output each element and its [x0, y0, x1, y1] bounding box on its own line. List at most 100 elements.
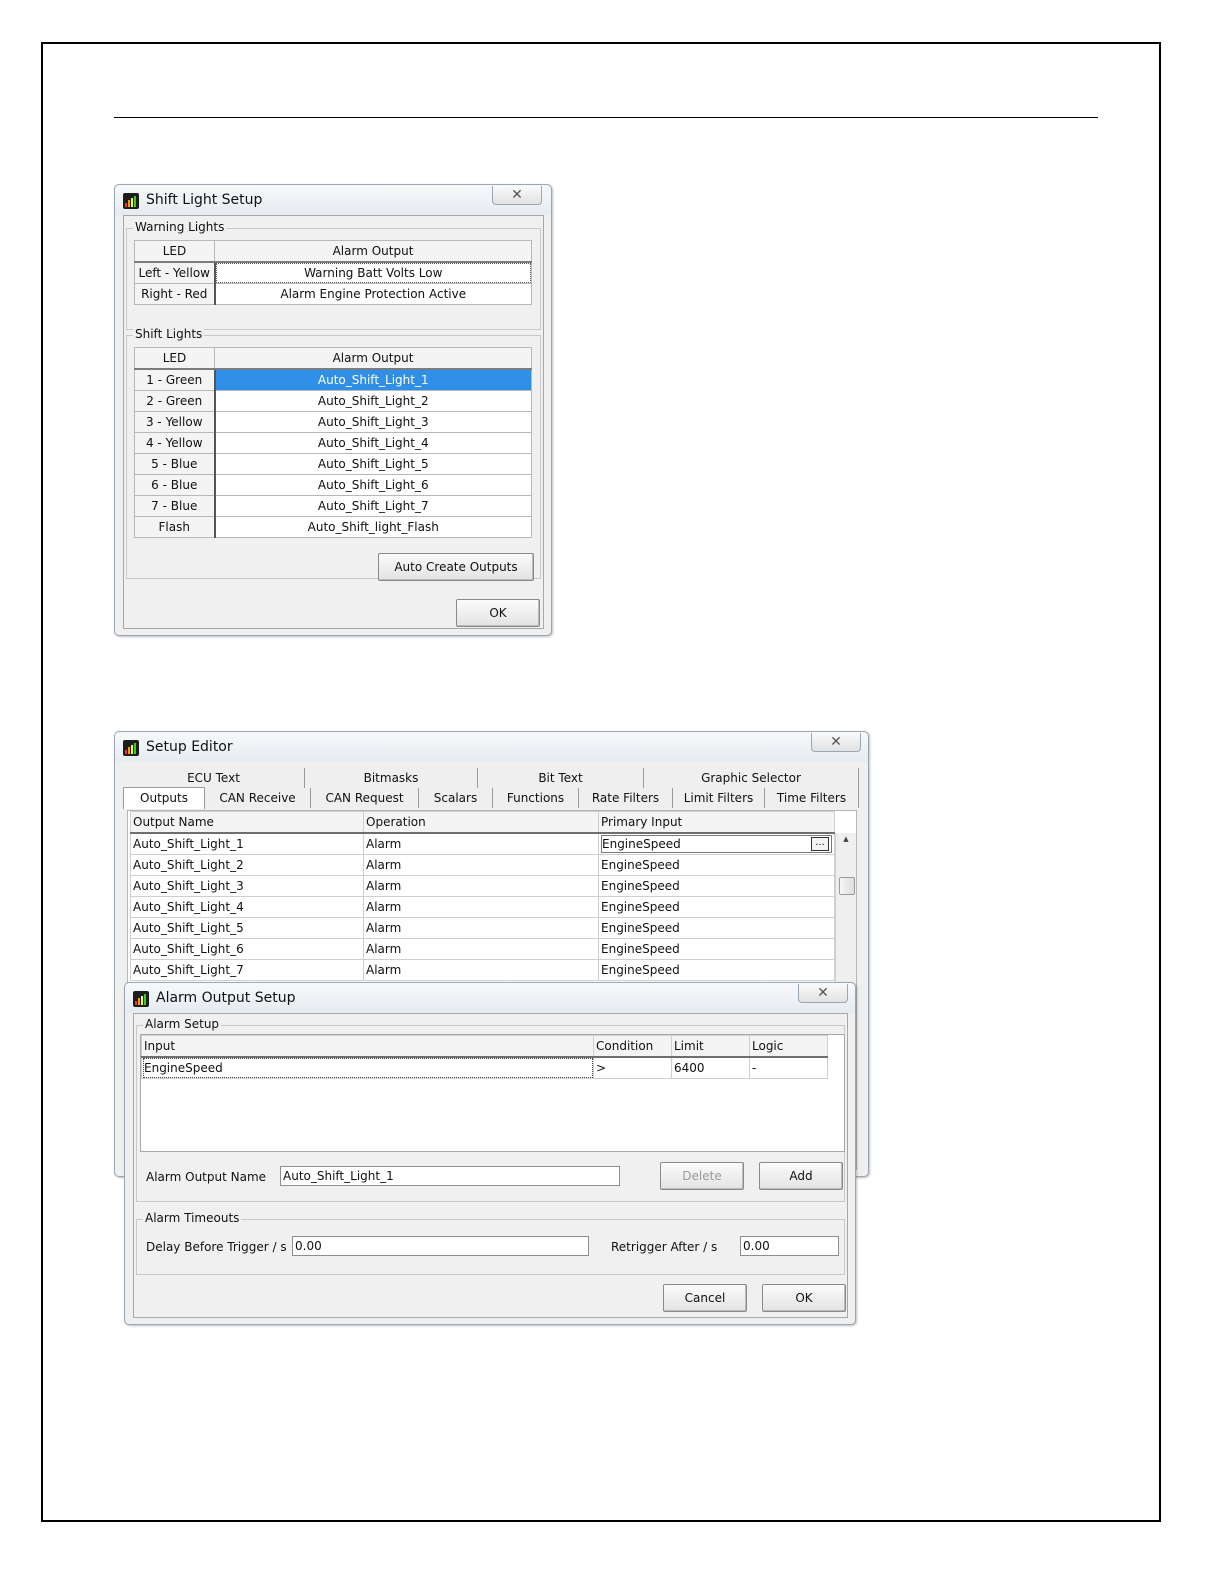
scroll-thumb[interactable] [839, 877, 855, 895]
primary-input-cell[interactable]: EngineSpeed [598, 896, 835, 918]
close-icon[interactable]: ✕ [798, 984, 848, 1003]
operation-cell[interactable]: Alarm [363, 875, 599, 897]
tab-time-filters[interactable]: Time Filters [765, 788, 859, 808]
led-cell: Right - Red [134, 283, 216, 305]
tab-ecu-text[interactable]: ECU Text [123, 768, 305, 788]
tab-can-request[interactable]: CAN Request [311, 788, 419, 808]
table-row[interactable]: 1 - Green Auto_Shift_Light_1 [134, 368, 532, 391]
alarm-output-cell[interactable]: Alarm Engine Protection Active [214, 283, 532, 305]
column-header[interactable]: Primary Input [598, 811, 835, 834]
add-button[interactable]: Add [759, 1162, 843, 1190]
table-row[interactable]: Flash Auto_Shift_light_Flash [134, 516, 532, 538]
table-row[interactable]: Auto_Shift_Light_2 Alarm EngineSpeed [130, 854, 835, 876]
primary-input-cell[interactable]: EngineSpeed [598, 959, 835, 981]
table-row[interactable]: 3 - Yellow Auto_Shift_Light_3 [134, 411, 532, 433]
column-header[interactable]: Limit [671, 1035, 750, 1058]
primary-input-cell[interactable]: EngineSpeed [598, 854, 835, 876]
scroll-up-icon[interactable]: ▲ [836, 835, 856, 843]
tab-bitmasks[interactable]: Bitmasks [305, 768, 478, 788]
output-name-cell[interactable]: Auto_Shift_Light_2 [130, 854, 364, 876]
alarm-output-cell[interactable]: Auto_Shift_Light_6 [214, 474, 532, 496]
operation-cell[interactable]: Alarm [363, 896, 599, 918]
close-icon[interactable]: ✕ [811, 733, 861, 752]
input-cell[interactable]: EngineSpeed [141, 1056, 594, 1079]
alarm-output-cell[interactable]: Auto_Shift_light_Flash [214, 516, 532, 538]
tab-can-receive[interactable]: CAN Receive [205, 788, 311, 808]
operation-cell[interactable]: Alarm [363, 854, 599, 876]
table-row[interactable]: Left - Yellow Warning Batt Volts Low [134, 261, 532, 284]
tab-outputs[interactable]: Outputs [123, 787, 205, 809]
alarm-output-setup-window: Alarm Output Setup ✕ Alarm Setup Input C… [124, 982, 856, 1325]
output-name-cell[interactable]: Auto_Shift_Light_6 [130, 938, 364, 960]
tab-functions[interactable]: Functions [493, 788, 579, 808]
limit-cell[interactable]: 6400 [671, 1056, 750, 1079]
table-row[interactable]: 2 - Green Auto_Shift_Light_2 [134, 390, 532, 412]
group-label: Alarm Timeouts [143, 1211, 242, 1225]
table-row[interactable]: Right - Red Alarm Engine Protection Acti… [134, 283, 532, 305]
operation-cell[interactable]: Alarm [363, 938, 599, 960]
title-bar: Setup Editor ✕ [115, 732, 868, 762]
alarm-output-cell[interactable]: Warning Batt Volts Low [214, 261, 532, 284]
app-icon [133, 991, 149, 1007]
operation-cell[interactable]: Alarm [363, 959, 599, 981]
tab-rate-filters[interactable]: Rate Filters [579, 788, 673, 808]
cancel-button[interactable]: Cancel [663, 1284, 747, 1312]
primary-input-cell[interactable]: EngineSpeed [598, 917, 835, 939]
output-name-cell[interactable]: Auto_Shift_Light_4 [130, 896, 364, 918]
group-label: Warning Lights [133, 220, 227, 234]
logic-cell[interactable]: - [749, 1056, 828, 1079]
column-header[interactable]: Output Name [130, 811, 364, 834]
alarm-output-cell[interactable]: Auto_Shift_Light_4 [214, 432, 532, 454]
retrigger-after-field[interactable]: 0.00 [740, 1236, 839, 1256]
output-name-cell[interactable]: Auto_Shift_Light_7 [130, 959, 364, 981]
tab-scalars[interactable]: Scalars [419, 788, 493, 808]
tab-graphic-selector[interactable]: Graphic Selector [644, 768, 859, 788]
delay-before-trigger-field[interactable]: 0.00 [292, 1236, 589, 1256]
condition-cell[interactable]: > [593, 1056, 672, 1079]
table-row[interactable]: Auto_Shift_Light_4 Alarm EngineSpeed [130, 896, 835, 918]
output-name-cell[interactable]: Auto_Shift_Light_1 [130, 832, 364, 855]
tab-bit-text[interactable]: Bit Text [478, 768, 644, 788]
output-name-cell[interactable]: Auto_Shift_Light_5 [130, 917, 364, 939]
table-row[interactable]: 5 - Blue Auto_Shift_Light_5 [134, 453, 532, 475]
table-row[interactable]: Auto_Shift_Light_3 Alarm EngineSpeed [130, 875, 835, 897]
operation-cell[interactable]: Alarm [363, 917, 599, 939]
table-row[interactable]: Auto_Shift_Light_7 Alarm EngineSpeed [130, 959, 835, 981]
column-header[interactable]: Logic [749, 1035, 828, 1058]
column-header[interactable]: Input [141, 1035, 594, 1058]
auto-create-outputs-button[interactable]: Auto Create Outputs [378, 553, 534, 581]
alarm-output-cell[interactable]: Auto_Shift_Light_7 [214, 495, 532, 517]
warning-lights-table: LED Alarm Output Left - Yellow Warning B… [134, 240, 532, 305]
ok-button[interactable]: OK [762, 1284, 846, 1312]
alarm-output-cell[interactable]: Auto_Shift_Light_2 [214, 390, 532, 412]
table-row[interactable]: EngineSpeed > 6400 - [141, 1056, 828, 1079]
primary-input-cell[interactable]: EngineSpeed [598, 875, 835, 897]
led-cell: 5 - Blue [134, 453, 216, 475]
delete-button[interactable]: Delete [660, 1162, 744, 1190]
alarm-output-name-field[interactable]: Auto_Shift_Light_1 [280, 1166, 620, 1186]
column-header[interactable]: Operation [363, 811, 599, 834]
column-header[interactable]: Condition [593, 1035, 672, 1058]
table-row[interactable]: Auto_Shift_Light_6 Alarm EngineSpeed [130, 938, 835, 960]
window-title: Setup Editor [146, 739, 233, 755]
primary-input-cell[interactable]: EngineSpeed [598, 938, 835, 960]
outputs-table: Output Name Operation Primary Input Auto… [130, 811, 835, 981]
led-cell: Flash [134, 516, 216, 538]
table-row[interactable]: 7 - Blue Auto_Shift_Light_7 [134, 495, 532, 517]
ellipsis-button[interactable]: ... [811, 837, 829, 851]
primary-input-cell[interactable]: EngineSpeed ... [598, 832, 835, 855]
alarm-output-cell[interactable]: Auto_Shift_Light_1 [214, 368, 532, 391]
alarm-output-name-label: Alarm Output Name [146, 1170, 267, 1184]
alarm-output-cell[interactable]: Auto_Shift_Light_5 [214, 453, 532, 475]
table-row[interactable]: Auto_Shift_Light_1 Alarm EngineSpeed ... [130, 832, 835, 855]
close-icon[interactable]: ✕ [492, 186, 542, 205]
ok-button[interactable]: OK [456, 599, 540, 627]
table-row[interactable]: 4 - Yellow Auto_Shift_Light_4 [134, 432, 532, 454]
table-row[interactable]: Auto_Shift_Light_5 Alarm EngineSpeed [130, 917, 835, 939]
table-row[interactable]: 6 - Blue Auto_Shift_Light_6 [134, 474, 532, 496]
output-name-cell[interactable]: Auto_Shift_Light_3 [130, 875, 364, 897]
primary-input-editor[interactable]: EngineSpeed ... [601, 835, 832, 853]
operation-cell[interactable]: Alarm [363, 832, 599, 855]
tab-limit-filters[interactable]: Limit Filters [673, 788, 765, 808]
alarm-output-cell[interactable]: Auto_Shift_Light_3 [214, 411, 532, 433]
